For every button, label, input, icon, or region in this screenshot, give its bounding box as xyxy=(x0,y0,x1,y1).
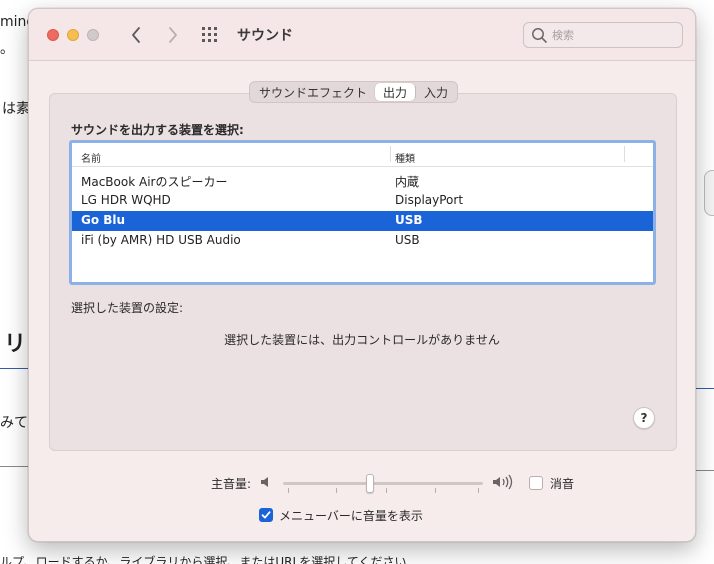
grid-icon xyxy=(202,27,217,42)
output-volume-slider[interactable] xyxy=(283,472,483,494)
column-divider xyxy=(390,146,391,162)
back-button[interactable] xyxy=(125,23,147,47)
device-name: iFi (by AMR) HD USB Audio xyxy=(81,233,241,247)
background-divider-3 xyxy=(696,388,714,389)
device-row-selected[interactable]: Go Blu USB xyxy=(72,211,653,231)
device-name: Go Blu xyxy=(81,213,126,227)
output-device-table[interactable]: 名前 種類 MacBook Airのスピーカー 内蔵 LG HDR WQHD D… xyxy=(69,140,656,285)
tab-bar: サウンドエフェクト 出力 入力 xyxy=(249,81,459,103)
help-button[interactable]: ? xyxy=(633,407,655,429)
device-row[interactable]: LG HDR WQHD DisplayPort xyxy=(72,191,653,211)
tab-output[interactable]: 出力 xyxy=(375,83,416,101)
background-divider-4 xyxy=(696,470,714,471)
sound-preferences-window: サウンド サウンドエフェクト 出力 入力 サウンドを出力する装置を選択: 名前 … xyxy=(28,8,696,542)
search-field[interactable] xyxy=(523,22,683,48)
chevron-left-icon xyxy=(132,27,140,43)
show-volume-in-menubar-label: メニューバーに音量を表示 xyxy=(279,509,423,523)
background-button xyxy=(704,170,714,216)
mute-checkbox[interactable] xyxy=(529,476,543,490)
search-input[interactable] xyxy=(552,25,677,45)
background-divider-1 xyxy=(0,368,28,369)
show-all-button[interactable] xyxy=(201,26,221,44)
forward-button[interactable] xyxy=(162,23,184,47)
device-settings-label: 選択した装置の設定: xyxy=(71,301,184,315)
checkmark-icon xyxy=(261,511,271,519)
window-title: サウンド xyxy=(237,28,293,44)
slider-tick xyxy=(435,488,436,493)
device-section-label: サウンドを出力する装置を選択: xyxy=(71,123,244,137)
mute-label: 消音 xyxy=(550,477,575,491)
device-name: MacBook Airのスピーカー xyxy=(81,175,228,189)
minimize-window-button[interactable] xyxy=(67,29,79,41)
slider-tick xyxy=(336,488,337,493)
slider-knob[interactable] xyxy=(365,474,374,493)
search-icon xyxy=(532,28,547,43)
device-type: USB xyxy=(395,233,420,247)
tab-sound-effects[interactable]: サウンドエフェクト xyxy=(251,83,375,101)
speaker-high-icon xyxy=(493,474,513,490)
slider-tick xyxy=(478,488,479,493)
device-row[interactable]: MacBook Airのスピーカー 内蔵 xyxy=(72,171,653,191)
slider-tick xyxy=(288,488,289,493)
column-header-name[interactable]: 名前 xyxy=(81,150,101,165)
chevron-right-icon xyxy=(169,27,177,43)
background-text-2: 。 xyxy=(0,41,14,57)
slider-tick xyxy=(386,488,387,493)
speaker-low-icon xyxy=(261,477,268,487)
device-row[interactable]: iFi (by AMR) HD USB Audio USB xyxy=(72,231,653,251)
show-volume-in-menubar-checkbox[interactable] xyxy=(259,508,273,522)
slider-track xyxy=(283,482,483,485)
background-text-4: みて xyxy=(0,415,28,431)
device-type: 内蔵 xyxy=(395,175,420,189)
output-volume-label: 主音量: xyxy=(211,477,252,491)
column-header-type[interactable]: 種類 xyxy=(395,150,415,165)
close-window-button[interactable] xyxy=(47,29,59,41)
background-divider-2 xyxy=(0,466,28,467)
device-type: USB xyxy=(395,213,423,227)
no-output-controls-message: 選択した装置には、出力コントロールがありません xyxy=(224,333,500,347)
background-heading: リ xyxy=(4,332,27,357)
background-text-5: ルプ、ロードするか、ライブラリから選択、またはURLを選択してください xyxy=(0,555,407,564)
device-type: DisplayPort xyxy=(395,193,464,207)
table-header: 名前 種類 xyxy=(72,143,653,167)
device-name: LG HDR WQHD xyxy=(81,193,171,207)
column-divider xyxy=(624,146,625,162)
background-text-3: は素 xyxy=(2,101,30,117)
zoom-window-button[interactable] xyxy=(87,29,99,41)
tab-input[interactable]: 入力 xyxy=(416,83,456,101)
window-toolbar: サウンド xyxy=(29,9,695,61)
